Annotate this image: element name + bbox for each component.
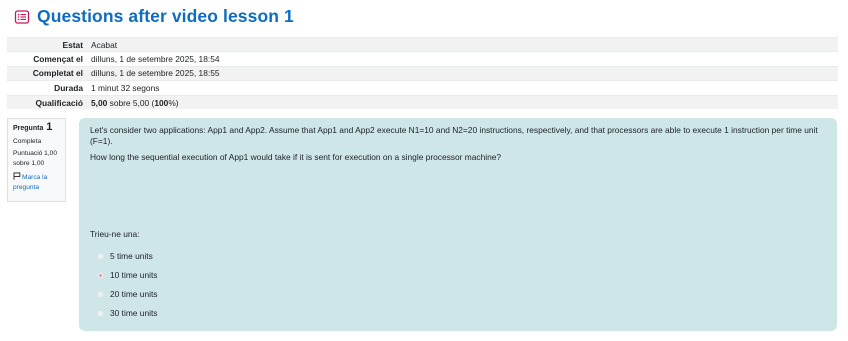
summary-value: dilluns, 1 de setembre 2025, 18:55 <box>91 68 220 79</box>
radio-button-selected[interactable] <box>97 272 104 279</box>
quiz-icon <box>14 9 30 25</box>
summary-value: dilluns, 1 de setembre 2025, 18:54 <box>91 54 220 65</box>
question-text: Let's consider two applications: App1 an… <box>90 125 818 147</box>
question-content: Let's consider two applications: App1 an… <box>79 118 837 331</box>
answer-option-selected[interactable]: 10 time units <box>97 266 157 285</box>
attempt-summary-table: Estat Acabat Començat el dilluns, 1 de s… <box>7 37 838 110</box>
answer-option[interactable]: 5 time units <box>97 247 157 266</box>
answer-label: 10 time units <box>110 269 158 280</box>
radio-button[interactable] <box>97 310 104 317</box>
flag-icon <box>13 172 21 181</box>
grade-percent: 100 <box>154 97 169 108</box>
question-label: Pregunta <box>13 125 44 132</box>
grade-max: sobre 5,00 ( <box>107 97 155 108</box>
summary-value: 1 minut 32 segons <box>91 82 160 93</box>
question-number: Pregunta 1 <box>13 121 60 134</box>
answer-label: 5 time units <box>110 250 153 261</box>
answer-label: 20 time units <box>110 288 158 299</box>
summary-label: Qualificació <box>35 97 83 108</box>
summary-row-started: Començat el dilluns, 1 de setembre 2025,… <box>7 51 838 67</box>
radio-button[interactable] <box>97 291 104 298</box>
summary-label: Començat el <box>33 54 83 65</box>
summary-label: Estat <box>62 39 83 50</box>
title-row: Questions after video lesson 1 <box>14 6 294 27</box>
summary-value: Acabat <box>91 39 118 50</box>
page-title: Questions after video lesson 1 <box>37 6 294 26</box>
answer-option[interactable]: 30 time units <box>97 304 157 323</box>
flag-question-link[interactable]: Marca la pregunta <box>13 172 60 192</box>
grade-end: %) <box>168 97 179 108</box>
answer-prompt: Trieu-ne una: <box>90 229 140 239</box>
summary-row-grade: Qualificació 5,00 sobre 5,00 (100%) <box>7 95 838 110</box>
answer-option[interactable]: 20 time units <box>97 285 157 304</box>
summary-row-duration: Durada 1 minut 32 segons <box>7 80 838 96</box>
question-no: 1 <box>46 121 53 133</box>
grade-score: 5,00 <box>91 97 108 108</box>
radio-selected-dot <box>99 274 102 277</box>
question-score: Puntuació 1,00 sobre 1,00 <box>13 150 57 167</box>
summary-label: Completat el <box>32 68 83 79</box>
answer-label: 30 time units <box>110 307 158 318</box>
question-text-2: How long the sequential execution of App… <box>90 151 502 162</box>
summary-row-state: Estat Acabat <box>7 37 838 52</box>
question-state: Completa <box>13 137 42 145</box>
question-info-panel: Pregunta 1 Completa Puntuació 1,00 sobre… <box>7 118 66 202</box>
summary-label: Durada <box>54 82 83 93</box>
summary-row-completed: Completat el dilluns, 1 de setembre 2025… <box>7 66 838 81</box>
summary-value: 5,00 sobre 5,00 (100%) <box>89 95 838 109</box>
radio-button[interactable] <box>97 253 104 260</box>
answer-options: 5 time units 10 time units 20 time units… <box>97 247 157 323</box>
